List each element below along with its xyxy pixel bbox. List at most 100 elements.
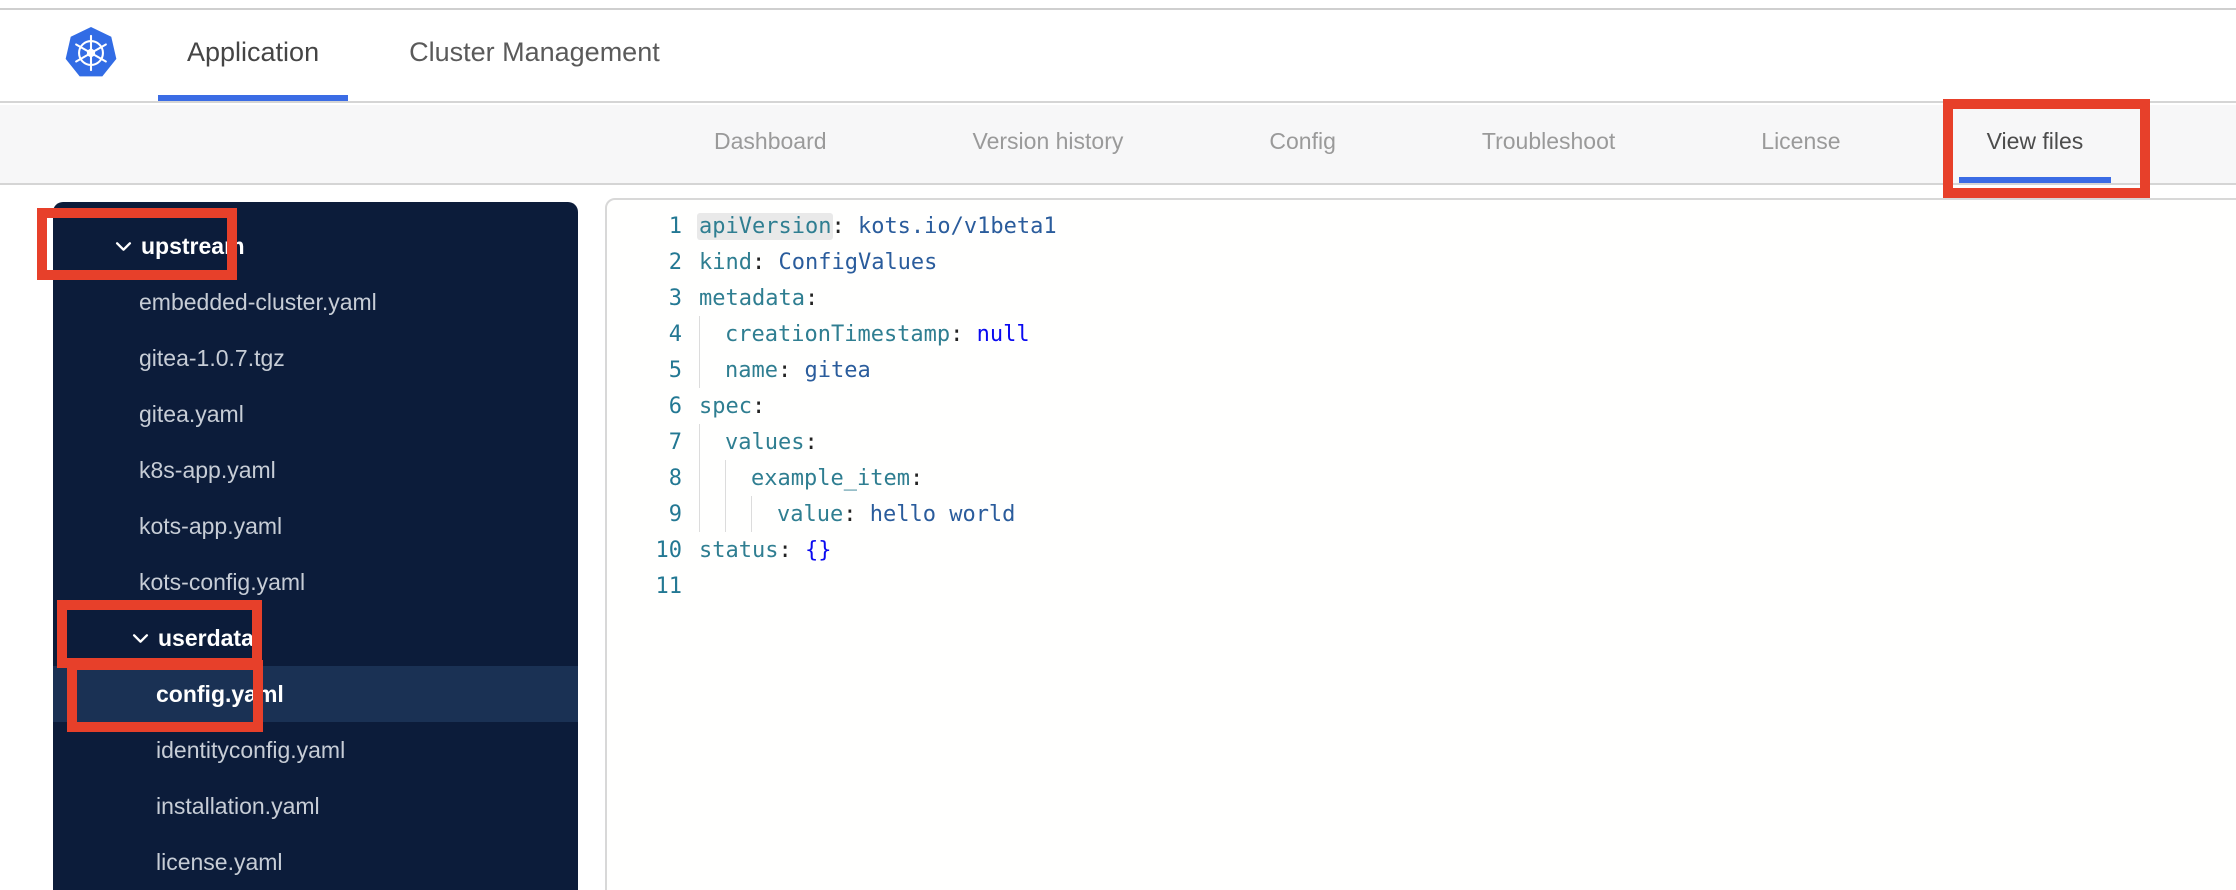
- token: spec: [699, 393, 752, 419]
- code-line-11: 11: [607, 568, 2236, 604]
- tree-item-embedded-cluster-yaml[interactable]: embedded-cluster.yaml: [53, 274, 578, 330]
- tree-item-identityconfig-yaml[interactable]: identityconfig.yaml: [53, 722, 578, 778]
- code-line-text: kind: ConfigValues: [699, 244, 937, 280]
- line-number: 9: [668, 501, 682, 527]
- code-line-5: 5 name: gitea: [607, 352, 2236, 388]
- line-number: 5: [668, 357, 682, 383]
- token: metadata: [699, 285, 805, 311]
- indent-guide: [699, 424, 725, 460]
- code-line-7: 7 values:: [607, 424, 2236, 460]
- line-number: 2: [668, 249, 682, 275]
- tab-troubleshoot[interactable]: Troubleshoot: [1454, 105, 1643, 183]
- code-line-4: 4 creationTimestamp: null: [607, 316, 2236, 352]
- tab-license[interactable]: License: [1733, 105, 1868, 183]
- tree-item-label: license.yaml: [156, 848, 283, 875]
- tree-item-k8s-app-yaml[interactable]: k8s-app.yaml: [53, 442, 578, 498]
- token: creationTimestamp: [725, 321, 951, 347]
- indent-guide: [699, 496, 725, 532]
- file-tree-sidebar: upstream embedded-cluster.yaml gitea-1.0.7…: [53, 202, 578, 890]
- tree-item-userdata[interactable]: userdata: [53, 610, 578, 666]
- line-number: 7: [668, 429, 682, 455]
- code-line-text: creationTimestamp: null: [699, 316, 1030, 352]
- indent-guide: [699, 460, 725, 496]
- token: apiVersion: [697, 212, 834, 240]
- code-line-8: 8 example_item:: [607, 460, 2236, 496]
- token: :: [909, 465, 924, 491]
- tree-item-kots-app-yaml[interactable]: kots-app.yaml: [53, 498, 578, 554]
- indent-guide: [699, 352, 725, 388]
- token: {}: [791, 537, 832, 563]
- line-number: 1: [668, 213, 682, 239]
- token: values: [725, 429, 805, 455]
- tree-item-gitea-yaml[interactable]: gitea.yaml: [53, 386, 578, 442]
- code-editor[interactable]: 1 apiVersion: kots.io/v1beta1 2 kind: Confi…: [605, 198, 2236, 890]
- tree-item-gitea-1-0-7-tgz[interactable]: gitea-1.0.7.tgz: [53, 330, 578, 386]
- tab-dashboard[interactable]: Dashboard: [686, 105, 855, 183]
- tree-item-license-yaml[interactable]: license.yaml: [53, 834, 578, 890]
- indent-guide: [725, 496, 751, 532]
- line-number: 6: [668, 393, 682, 419]
- token: :: [751, 249, 766, 275]
- code-line-text: values:: [699, 424, 818, 460]
- top-tab-application[interactable]: Application: [158, 10, 349, 101]
- kubernetes-logo-icon: [64, 24, 118, 82]
- tree-item-label: userdata: [158, 624, 254, 651]
- kots-admin-console: Application Cluster Management Dashboard V…: [0, 0, 2236, 890]
- code-line-text: status: {}: [699, 532, 831, 568]
- tree-item-config-yaml[interactable]: config.yaml: [53, 666, 578, 722]
- token: ConfigValues: [765, 249, 938, 275]
- top-tabs: Application Cluster Management: [158, 10, 689, 101]
- tab-config[interactable]: Config: [1241, 105, 1363, 183]
- tree-item-label: upstream: [141, 232, 245, 259]
- token: status: [699, 537, 779, 563]
- token: example_item: [751, 465, 910, 491]
- tree-item-label: kots-config.yaml: [139, 568, 306, 595]
- top-tab-cluster-management[interactable]: Cluster Management: [380, 10, 689, 101]
- line-number: 11: [655, 573, 683, 599]
- token: :: [804, 285, 819, 311]
- code-line-2: 2 kind: ConfigValues: [607, 244, 2236, 280]
- token: :: [777, 357, 792, 383]
- chevron-down-icon: [132, 633, 149, 644]
- code-line-10: 10 status: {}: [607, 532, 2236, 568]
- line-number: 4: [668, 321, 682, 347]
- tree-item-label: kots-app.yaml: [139, 512, 283, 539]
- token: null: [963, 321, 1030, 347]
- token: hello world: [856, 501, 1016, 527]
- token: :: [950, 321, 964, 347]
- tree-item-upstream[interactable]: upstream: [53, 218, 578, 274]
- code-line-text: name: gitea: [699, 352, 871, 388]
- token: gitea: [791, 357, 871, 383]
- line-number: 3: [668, 285, 682, 311]
- token: :: [804, 429, 818, 455]
- tree-item-label: gitea-1.0.7.tgz: [139, 344, 285, 371]
- token: :: [778, 537, 792, 563]
- tree-item-installation-yaml[interactable]: installation.yaml: [53, 778, 578, 834]
- code-line-1: 1 apiVersion: kots.io/v1beta1: [607, 208, 2236, 244]
- code-line-text: metadata:: [699, 280, 818, 316]
- token: value: [777, 501, 844, 527]
- code-line-text: example_item:: [699, 460, 923, 496]
- indent-guide: [751, 496, 777, 532]
- tree-item-label: installation.yaml: [156, 792, 320, 819]
- code-line-9: 9 value: hello world: [607, 496, 2236, 532]
- token: kind: [699, 249, 752, 275]
- tab-view-files[interactable]: View files: [1958, 105, 2112, 183]
- tab-version-history[interactable]: Version history: [945, 105, 1152, 183]
- chevron-down-icon: [115, 241, 132, 252]
- token: kots.io/v1beta1: [844, 213, 1057, 239]
- line-number: 8: [668, 465, 682, 491]
- token: :: [831, 213, 845, 239]
- tree-item-label: embedded-cluster.yaml: [139, 288, 377, 315]
- app-tab-bar: Dashboard Version history Config Troublesho…: [0, 105, 2236, 185]
- token: :: [751, 393, 766, 419]
- token: name: [725, 357, 778, 383]
- token: :: [843, 501, 857, 527]
- line-number: 10: [655, 537, 683, 563]
- top-navbar: Application Cluster Management: [0, 10, 2236, 103]
- tree-item-label: gitea.yaml: [139, 400, 244, 427]
- indent-guide: [699, 316, 725, 352]
- tree-item-label: config.yaml: [156, 680, 284, 707]
- code-line-text: spec:: [699, 388, 765, 424]
- tree-item-kots-config-yaml[interactable]: kots-config.yaml: [53, 554, 578, 610]
